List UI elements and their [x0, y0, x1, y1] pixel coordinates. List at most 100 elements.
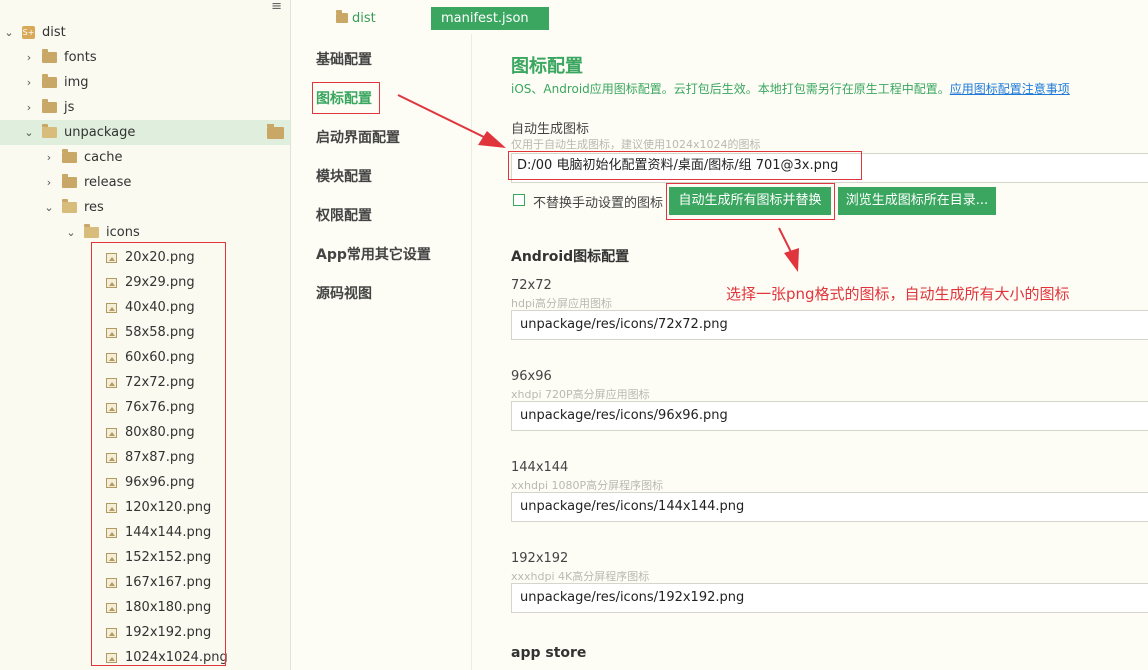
folder-icon: [267, 123, 284, 139]
description-text: iOS、Android应用图标配置。云打包后生效。本地打包需另行在原生工程中配置…: [511, 82, 950, 96]
menu-icon[interactable]: ≡: [271, 0, 282, 13]
tree-file-item[interactable]: 58x58.png: [0, 320, 290, 345]
icon-size-hint: xhdpi 720P高分屏应用图标: [511, 388, 650, 401]
nav-basic-config[interactable]: 基础配置: [316, 50, 372, 70]
auto-generate-path-input[interactable]: D:/00 电脑初始化配置资料/桌面/图标/组 701@3x.png: [508, 151, 862, 180]
tree-label: fonts: [64, 50, 97, 65]
tree-label: res: [84, 200, 104, 215]
folder-icon: [42, 49, 57, 63]
chevron-right-icon: ›: [26, 51, 32, 64]
tree-root-dist[interactable]: ⌄ S+ dist: [0, 20, 290, 45]
tab-dist[interactable]: dist: [336, 8, 376, 28]
file-label: 60x60.png: [125, 350, 195, 365]
file-label: 80x80.png: [125, 425, 195, 440]
tree-file-item[interactable]: 60x60.png: [0, 345, 290, 370]
nav-source-view[interactable]: 源码视图: [316, 284, 372, 304]
folder-open-icon: [42, 124, 57, 138]
image-file-icon: [106, 377, 117, 388]
tree-file-item[interactable]: 87x87.png: [0, 445, 290, 470]
image-file-icon: [106, 502, 117, 513]
icon-size-hint: xxxhdpi 4K高分屏程序图标: [511, 570, 650, 583]
image-file-icon: [106, 252, 117, 263]
image-file-icon: [106, 527, 117, 538]
nav-splash-config[interactable]: 启动界面配置: [316, 128, 400, 148]
image-file-icon: [106, 577, 117, 588]
image-file-icon: [106, 402, 117, 413]
tree-file-item[interactable]: 29x29.png: [0, 270, 290, 295]
file-label: 20x20.png: [125, 250, 195, 265]
image-file-icon: [106, 477, 117, 488]
tree-file-item[interactable]: 120x120.png: [0, 495, 290, 520]
browse-icon-dir-button[interactable]: 浏览生成图标所在目录...: [838, 187, 996, 215]
tree-item-release[interactable]: › release: [0, 170, 290, 195]
nav-permission-config[interactable]: 权限配置: [316, 206, 372, 226]
page-description: iOS、Android应用图标配置。云打包后生效。本地打包需另行在原生工程中配置…: [511, 80, 1070, 97]
tab-bar: dist manifest.json: [291, 0, 1148, 34]
annotation-text: 选择一张png格式的图标，自动生成所有大小的图标: [726, 285, 1070, 303]
tree-item-fonts[interactable]: › fonts: [0, 45, 290, 70]
file-label: 72x72.png: [125, 375, 195, 390]
icon-path-input[interactable]: unpackage/res/icons/144x144.png: [511, 492, 1148, 522]
tree-item-unpackage[interactable]: ⌄ unpackage: [0, 120, 290, 145]
tree-file-item[interactable]: 192x192.png: [0, 620, 290, 645]
file-label: 144x144.png: [125, 525, 212, 540]
nav-module-config[interactable]: 模块配置: [316, 167, 372, 187]
tree-file-item[interactable]: 144x144.png: [0, 520, 290, 545]
icon-config-notes-link[interactable]: 应用图标配置注意事项: [950, 82, 1070, 96]
image-file-icon: [106, 652, 117, 663]
page-title: 图标配置: [511, 56, 583, 77]
tree-item-js[interactable]: › js: [0, 95, 290, 120]
highlight-box: [312, 82, 380, 114]
file-tree-sidebar: ≡ ⌄ S+ dist › fonts › img › js ⌄ unpacka…: [0, 0, 291, 670]
icon-size-label: 72x72: [511, 278, 552, 293]
tree-file-item[interactable]: 80x80.png: [0, 420, 290, 445]
tree-file-item[interactable]: 96x96.png: [0, 470, 290, 495]
auto-generate-label: 自动生成图标: [511, 122, 590, 137]
image-file-icon: [106, 352, 117, 363]
nav-app-other-settings[interactable]: App常用其它设置: [316, 245, 431, 265]
tree-file-item[interactable]: 1024x1024.png: [0, 645, 290, 670]
tree-item-img[interactable]: › img: [0, 70, 290, 95]
image-file-icon: [106, 452, 117, 463]
image-file-icon: [106, 302, 117, 313]
icon-size-label: 96x96: [511, 369, 552, 384]
no-replace-checkbox-label: 不替换手动设置的图标: [533, 196, 664, 211]
tree-file-item[interactable]: 167x167.png: [0, 570, 290, 595]
icon-path-input[interactable]: unpackage/res/icons/192x192.png: [511, 583, 1148, 613]
android-section-title: Android图标配置: [511, 249, 630, 265]
tab-label: dist: [352, 10, 376, 26]
file-label: 1024x1024.png: [125, 650, 228, 665]
chevron-down-icon: ⌄: [44, 201, 54, 214]
tree-file-item[interactable]: 40x40.png: [0, 295, 290, 320]
folder-open-icon: [84, 224, 99, 238]
chevron-right-icon: ›: [26, 101, 32, 114]
image-file-icon: [106, 552, 117, 563]
project-icon: S+: [22, 26, 35, 39]
tree-file-item[interactable]: 152x152.png: [0, 545, 290, 570]
tree-item-cache[interactable]: › cache: [0, 145, 290, 170]
folder-icon: [62, 174, 77, 188]
folder-icon: [336, 10, 348, 23]
highlight-box: [666, 183, 835, 220]
tab-manifest-json[interactable]: manifest.json: [431, 7, 549, 30]
tree-label: unpackage: [64, 125, 136, 140]
file-label: 76x76.png: [125, 400, 195, 415]
file-label: 87x87.png: [125, 450, 195, 465]
image-file-icon: [106, 627, 117, 638]
icon-path-input[interactable]: unpackage/res/icons/96x96.png: [511, 401, 1148, 431]
file-label: 96x96.png: [125, 475, 195, 490]
tree-file-item[interactable]: 76x76.png: [0, 395, 290, 420]
tree-file-item[interactable]: 72x72.png: [0, 370, 290, 395]
tree-item-res[interactable]: ⌄ res: [0, 195, 290, 220]
no-replace-checkbox[interactable]: [513, 194, 525, 206]
image-file-icon: [106, 427, 117, 438]
tree-file-item[interactable]: 180x180.png: [0, 595, 290, 620]
tree-file-item[interactable]: 20x20.png: [0, 245, 290, 270]
tree-label: js: [64, 100, 75, 115]
folder-icon: [42, 99, 57, 113]
tree-item-icons[interactable]: ⌄ icons: [0, 220, 290, 245]
file-label: 167x167.png: [125, 575, 212, 590]
image-file-icon: [106, 602, 117, 613]
chevron-down-icon: ⌄: [66, 226, 76, 239]
icon-path-input[interactable]: unpackage/res/icons/72x72.png: [511, 310, 1148, 340]
